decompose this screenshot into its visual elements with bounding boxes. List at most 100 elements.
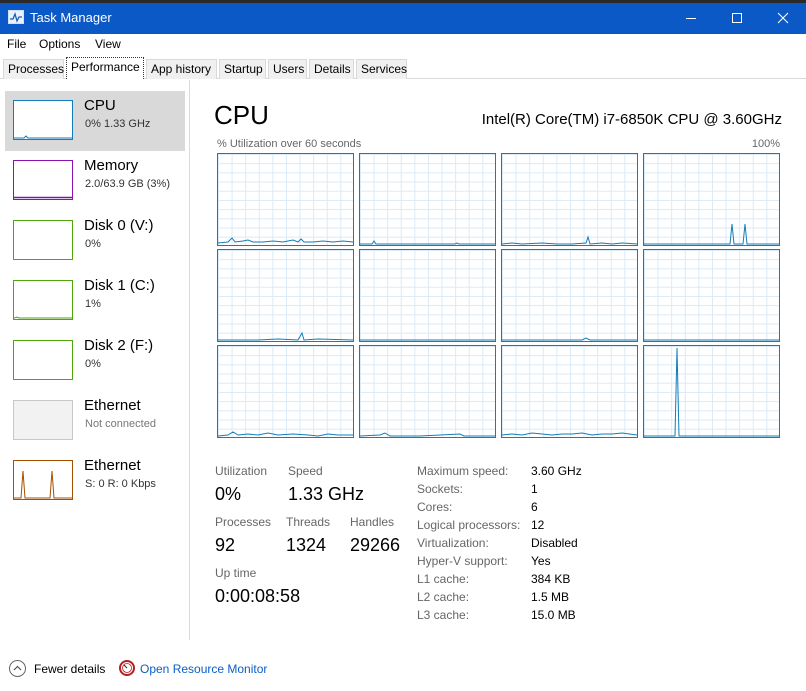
- detail-label: L2 cache:: [417, 590, 470, 604]
- detail-label: Logical processors:: [417, 518, 521, 532]
- sidebar-item-label: Ethernet: [84, 457, 141, 474]
- logical-processor-graph: [359, 345, 496, 438]
- cpu-thumbnail-graph: [13, 100, 73, 140]
- graph-caption: % Utilization over 60 seconds: [217, 138, 362, 150]
- close-icon: [777, 12, 789, 24]
- logical-processor-graph: [501, 345, 638, 438]
- sidebar-item-value: 0%: [85, 238, 101, 250]
- sidebar-item-value: 0% 1.33 GHz: [85, 118, 151, 130]
- detail-value: 3.60 GHz: [531, 464, 582, 478]
- sidebar-item-disk-0[interactable]: Disk 0 (V:) 0%: [5, 211, 185, 271]
- task-manager-icon: [8, 10, 24, 24]
- detail-value: 6: [531, 500, 538, 514]
- sidebar-item-value: 2.0/63.9 GB (3%): [85, 178, 170, 190]
- chevron-up-icon[interactable]: [9, 660, 26, 677]
- open-resource-monitor-link[interactable]: Open Resource Monitor: [140, 662, 267, 676]
- window-title: Task Manager: [30, 10, 112, 25]
- detail-value: 1.5 MB: [531, 590, 570, 604]
- speed-label: Speed: [288, 464, 323, 478]
- sidebar-item-value: 0%: [85, 358, 101, 370]
- menu-options[interactable]: Options: [39, 37, 80, 51]
- detail-label: Maximum speed:: [417, 464, 509, 478]
- resource-sidebar: CPU 0% 1.33 GHz Memory 2.0/63.9 GB (3%) …: [0, 80, 190, 640]
- close-button[interactable]: [760, 3, 806, 34]
- speed-value: 1.33 GHz: [288, 484, 365, 504]
- tab-bar: Processes Performance App history Startu…: [0, 57, 806, 79]
- sidebar-item-ethernet-disconnected[interactable]: Ethernet Not connected: [5, 391, 185, 451]
- sidebar-item-cpu[interactable]: CPU 0% 1.33 GHz: [5, 91, 185, 151]
- sidebar-item-ethernet[interactable]: Ethernet S: 0 R: 0 Kbps: [5, 451, 185, 511]
- tab-services[interactable]: Services: [356, 59, 407, 79]
- tab-performance[interactable]: Performance: [66, 57, 144, 79]
- detail-value: 15.0 MB: [531, 608, 576, 622]
- logical-processor-graph: [501, 249, 638, 342]
- handles-value: 29266: [350, 535, 401, 555]
- detail-label: L3 cache:: [417, 608, 470, 622]
- sidebar-item-label: CPU: [84, 97, 116, 114]
- resource-monitor-icon[interactable]: [119, 660, 135, 676]
- detail-value: Disabled: [531, 536, 578, 550]
- threads-label: Threads: [286, 515, 331, 529]
- title-bar: Task Manager: [0, 0, 806, 34]
- uptime-label: Up time: [215, 566, 257, 580]
- detail-label: Sockets:: [417, 482, 464, 496]
- disk-0-thumbnail-graph: [13, 220, 73, 260]
- sidebar-item-label: Memory: [84, 157, 139, 174]
- page-title: CPU: [214, 100, 269, 130]
- sidebar-item-value: S: 0 R: 0 Kbps: [85, 478, 156, 490]
- maximize-icon: [732, 13, 742, 23]
- menu-view[interactable]: View: [95, 37, 121, 51]
- minimize-icon: [686, 18, 696, 19]
- detail-label: Virtualization:: [417, 536, 489, 550]
- menu-file[interactable]: File: [7, 37, 26, 51]
- processes-label: Processes: [215, 515, 272, 529]
- detail-label: Hyper-V support:: [417, 554, 508, 568]
- tab-processes[interactable]: Processes: [3, 59, 64, 79]
- sidebar-item-label: Disk 1 (C:): [84, 277, 155, 294]
- sidebar-item-label: Disk 0 (V:): [84, 217, 154, 234]
- fewer-details-button[interactable]: Fewer details: [34, 662, 105, 676]
- logical-processor-graph: [643, 345, 780, 438]
- logical-processor-graph: [359, 249, 496, 342]
- cpu-model-name: Intel(R) Core(TM) i7-6850K CPU @ 3.60GHz: [481, 111, 782, 128]
- footer-bar: Fewer details Open Resource Monitor: [0, 650, 806, 691]
- logical-processor-graph: [643, 153, 780, 246]
- detail-label: L1 cache:: [417, 572, 470, 586]
- sidebar-item-value: Not connected: [85, 418, 156, 430]
- sidebar-item-value: 1%: [85, 298, 101, 310]
- sidebar-item-label: Disk 2 (F:): [84, 337, 154, 354]
- tab-users[interactable]: Users: [268, 59, 307, 79]
- disk-1-thumbnail-graph: [13, 280, 73, 320]
- utilization-label: Utilization: [215, 464, 268, 478]
- detail-value: 12: [531, 518, 545, 532]
- minimize-button[interactable]: [668, 3, 714, 34]
- handles-label: Handles: [350, 515, 395, 529]
- sidebar-item-disk-2[interactable]: Disk 2 (F:) 0%: [5, 331, 185, 391]
- sidebar-item-disk-1[interactable]: Disk 1 (C:) 1%: [5, 271, 185, 331]
- detail-value: Yes: [531, 554, 551, 568]
- disk-2-thumbnail-graph: [13, 340, 73, 380]
- memory-thumbnail-graph: [13, 160, 73, 200]
- ethernet-thumbnail-graph: [13, 400, 73, 440]
- menu-bar: File Options View: [0, 34, 806, 54]
- utilization-value: 0%: [215, 484, 242, 504]
- detail-value: 384 KB: [531, 572, 571, 586]
- graph-max-label: 100%: [751, 138, 780, 150]
- logical-processor-graph: [217, 153, 354, 246]
- maximize-button[interactable]: [714, 3, 760, 34]
- uptime-value: 0:00:08:58: [215, 586, 301, 606]
- logical-processor-graph: [359, 153, 496, 246]
- sidebar-item-memory[interactable]: Memory 2.0/63.9 GB (3%): [5, 151, 185, 211]
- detail-value: 1: [531, 482, 538, 496]
- threads-value: 1324: [286, 535, 327, 555]
- tab-app-history[interactable]: App history: [146, 59, 217, 79]
- logical-processor-graph: [643, 249, 780, 342]
- processes-value: 92: [215, 535, 236, 555]
- tab-details[interactable]: Details: [309, 59, 354, 79]
- logical-processor-graph: [501, 153, 638, 246]
- ethernet-thumbnail-graph: [13, 460, 73, 500]
- logical-processor-graph: [217, 345, 354, 438]
- detail-label: Cores:: [417, 500, 453, 514]
- tab-startup[interactable]: Startup: [219, 59, 266, 79]
- sidebar-item-label: Ethernet: [84, 397, 141, 414]
